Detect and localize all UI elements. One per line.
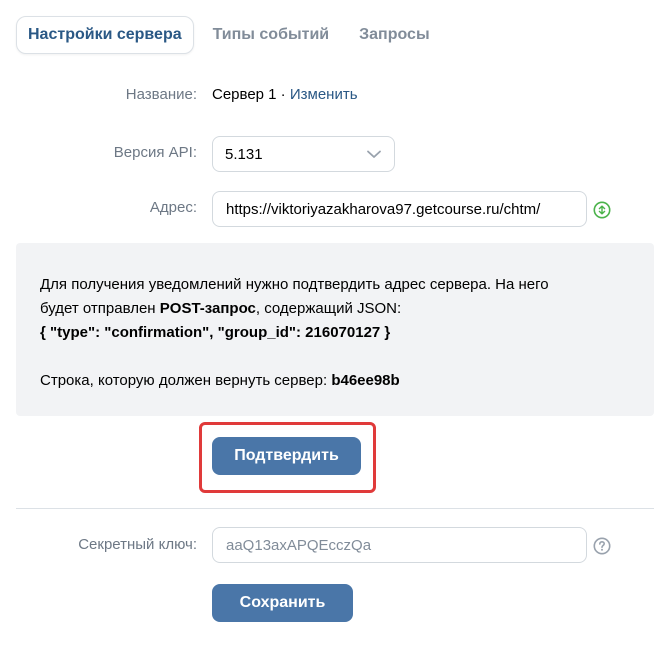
confirmation-info: Для получения уведомлений нужно подтверд… xyxy=(16,243,654,416)
info-post-request: POST-запрос xyxy=(159,300,256,317)
server-name-value: Сервер 1 xyxy=(212,86,277,103)
info-line-2: будет отправлен POST-запрос, содержащий … xyxy=(40,297,630,321)
tab-requests[interactable]: Запросы xyxy=(348,16,440,54)
info-json: { "type": "confirmation", "group_id": 21… xyxy=(40,321,630,345)
info-json-text: { "type": "confirmation", "group_id": 21… xyxy=(40,324,391,341)
api-version-label: Версия API: xyxy=(113,144,197,161)
api-version-select[interactable]: 5.131 xyxy=(212,136,395,172)
info-line-2-prefix: будет отправлен xyxy=(40,300,160,317)
info-return-line: Строка, которую должен вернуть сервер: b… xyxy=(40,369,630,393)
status-check-icon xyxy=(593,201,611,219)
info-return-prefix: Строка, которую должен вернуть сервер: xyxy=(40,372,332,389)
info-line-2-suffix: , содержащий JSON: xyxy=(255,300,402,317)
section-divider xyxy=(16,508,654,509)
address-input[interactable]: https://viktoriyazakharova97.getcourse.r… xyxy=(212,191,587,227)
tab-server-settings[interactable]: Настройки сервера xyxy=(16,16,194,54)
chevron-down-icon xyxy=(367,150,381,158)
api-version-value: 5.131 xyxy=(225,145,263,163)
tab-event-types[interactable]: Типы событий xyxy=(202,16,341,54)
name-separator: · xyxy=(276,86,290,103)
secret-key-input[interactable]: aaQ13axAPQEcczQa xyxy=(212,527,587,563)
confirm-button[interactable]: Подтвердить xyxy=(212,437,361,475)
tabs-bar: Настройки сервера Типы событий Запросы xyxy=(16,16,449,54)
server-name: Сервер 1 · Изменить xyxy=(212,86,358,103)
change-name-link[interactable]: Изменить xyxy=(290,86,358,103)
info-line-1: Для получения уведомлений нужно подтверд… xyxy=(40,276,549,293)
question-icon[interactable] xyxy=(593,537,611,555)
secret-key-label: Секретный ключ: xyxy=(78,536,197,553)
name-label: Название: xyxy=(125,86,197,103)
confirmation-code: b46ee98b xyxy=(331,372,400,389)
address-label: Адрес: xyxy=(149,199,197,216)
save-button[interactable]: Сохранить xyxy=(212,584,353,622)
